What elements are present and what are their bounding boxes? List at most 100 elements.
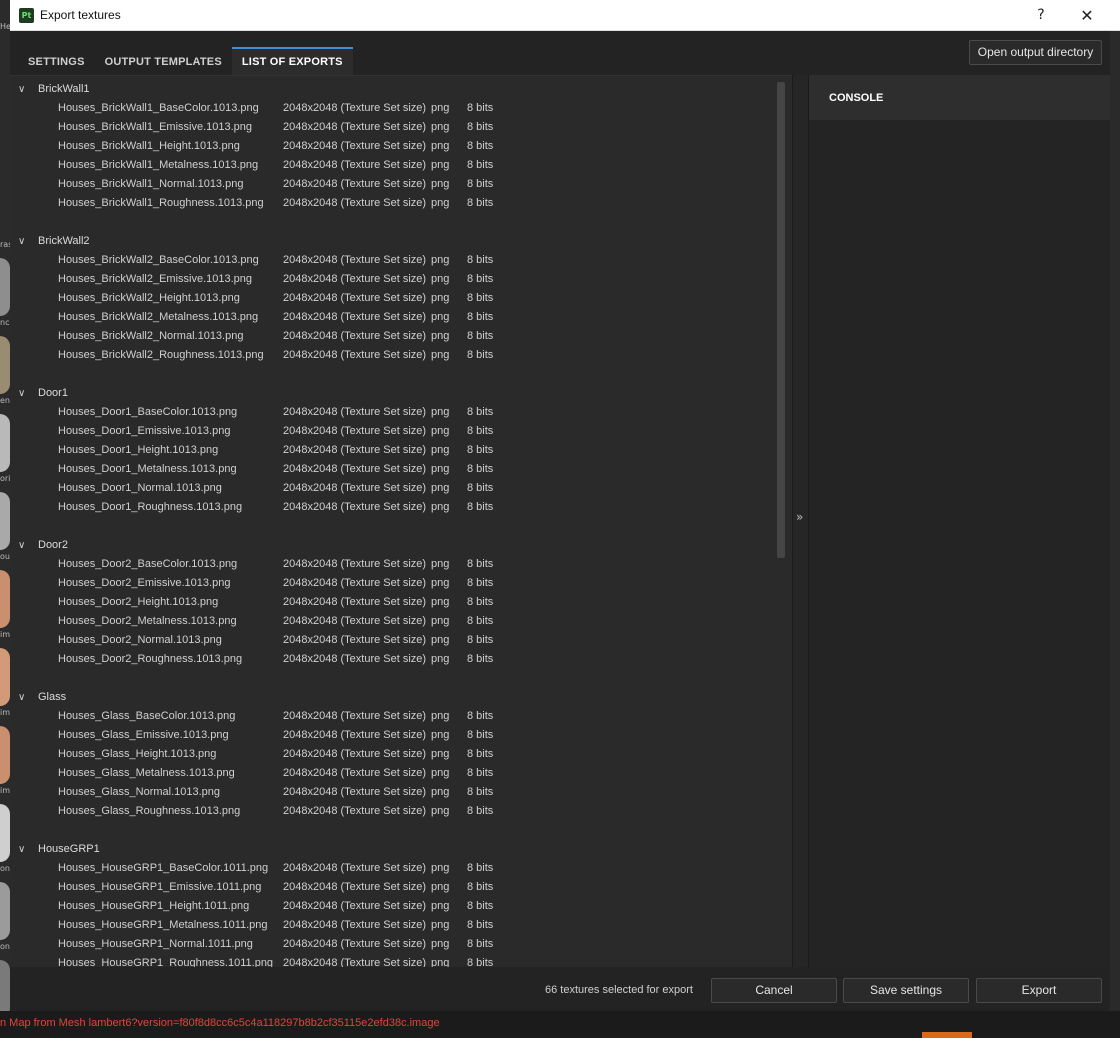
export-format: png bbox=[431, 140, 450, 152]
double-chevron-right-icon[interactable]: » bbox=[796, 510, 803, 524]
export-format: png bbox=[431, 425, 450, 437]
export-format: png bbox=[431, 938, 450, 950]
tab-output-templates[interactable]: OUTPUT TEMPLATES bbox=[95, 47, 232, 75]
export-bit-depth: 8 bits bbox=[467, 349, 494, 361]
export-resolution: 2048x2048 (Texture Set size) bbox=[283, 710, 427, 722]
texture-set-group-header[interactable]: ∨ BrickWall2 bbox=[18, 232, 90, 251]
export-format: png bbox=[431, 159, 450, 171]
export-format: png bbox=[431, 558, 450, 570]
texture-set-name: Glass bbox=[38, 691, 67, 703]
app-status-bar: n Map from Mesh lambert6?version=f80f8d8… bbox=[0, 1011, 1120, 1038]
export-resolution: 2048x2048 (Texture Set size) bbox=[283, 140, 427, 152]
export-resolution: 2048x2048 (Texture Set size) bbox=[283, 178, 427, 190]
tab-settings[interactable]: SETTINGS bbox=[18, 47, 95, 75]
texture-set-group-header[interactable]: ∨ Glass bbox=[18, 688, 66, 707]
chevron-down-icon[interactable]: ∨ bbox=[18, 80, 32, 99]
save-settings-button[interactable]: Save settings bbox=[843, 978, 969, 1003]
close-button[interactable]: ✕ bbox=[1064, 0, 1110, 31]
export-file-name: Houses_BrickWall2_Metalness.1013.png bbox=[58, 311, 259, 323]
export-bit-depth: 8 bits bbox=[467, 938, 494, 950]
export-file-name: Houses_Door1_Metalness.1013.png bbox=[58, 463, 237, 475]
background-material-thumbnail bbox=[0, 414, 10, 472]
background-material-label: im bbox=[0, 708, 10, 717]
background-material-label: He bbox=[0, 22, 10, 31]
export-bit-depth: 8 bits bbox=[467, 444, 494, 456]
background-app-right-edge bbox=[1110, 30, 1120, 1038]
open-output-directory-button[interactable]: Open output directory bbox=[969, 40, 1102, 65]
export-format: png bbox=[431, 577, 450, 589]
export-bit-depth: 8 bits bbox=[467, 558, 494, 570]
export-bit-depth: 8 bits bbox=[467, 767, 494, 779]
exports-list[interactable]: ∨ BrickWall1 Houses_BrickWall1_BaseColor.1… bbox=[10, 75, 792, 967]
texture-set-group-header[interactable]: ∨ Door1 bbox=[18, 384, 68, 403]
status-error-message: n Map from Mesh lambert6?version=f80f8d8… bbox=[0, 1017, 440, 1029]
export-dialog: SETTINGS OUTPUT TEMPLATES LIST OF EXPORTS … bbox=[10, 31, 1110, 1011]
export-resolution: 2048x2048 (Texture Set size) bbox=[283, 273, 427, 285]
export-file-name: Houses_BrickWall2_BaseColor.1013.png bbox=[58, 254, 259, 266]
export-bit-depth: 8 bits bbox=[467, 862, 494, 874]
export-file-name: Houses_HouseGRP1_Height.1011.png bbox=[58, 900, 250, 912]
export-format: png bbox=[431, 919, 450, 931]
export-bit-depth: 8 bits bbox=[467, 748, 494, 760]
export-resolution: 2048x2048 (Texture Set size) bbox=[283, 577, 427, 589]
export-resolution: 2048x2048 (Texture Set size) bbox=[283, 558, 427, 570]
export-format: png bbox=[431, 444, 450, 456]
background-material-label: eni bbox=[0, 396, 10, 405]
export-format: png bbox=[431, 957, 450, 967]
export-file-name: Houses_Door1_Roughness.1013.png bbox=[58, 501, 243, 513]
texture-set-name: HouseGRP1 bbox=[38, 843, 100, 855]
export-bit-depth: 8 bits bbox=[467, 102, 494, 114]
texture-set-group-header[interactable]: ∨ Door2 bbox=[18, 536, 68, 555]
export-resolution: 2048x2048 (Texture Set size) bbox=[283, 919, 427, 931]
export-bit-depth: 8 bits bbox=[467, 292, 494, 304]
export-bit-depth: 8 bits bbox=[467, 596, 494, 608]
export-format: png bbox=[431, 501, 450, 513]
cancel-button[interactable]: Cancel bbox=[711, 978, 837, 1003]
export-bit-depth: 8 bits bbox=[467, 482, 494, 494]
dialog-footer: 66 textures selected for export Cancel S… bbox=[10, 967, 1110, 1011]
export-file-name: Houses_Door1_Normal.1013.png bbox=[58, 482, 222, 494]
export-resolution: 2048x2048 (Texture Set size) bbox=[283, 748, 427, 760]
list-scrollbar[interactable] bbox=[777, 82, 785, 558]
chevron-down-icon[interactable]: ∨ bbox=[18, 536, 32, 555]
console-collapse-strip[interactable]: » bbox=[792, 75, 809, 967]
export-resolution: 2048x2048 (Texture Set size) bbox=[283, 349, 427, 361]
background-app-sidebar: He ras nc eni ori ou im im im on on bbox=[0, 0, 10, 1038]
export-format: png bbox=[431, 330, 450, 342]
export-file-name: Houses_BrickWall1_Emissive.1013.png bbox=[58, 121, 253, 133]
background-material-label: im bbox=[0, 630, 10, 639]
background-material-label: im bbox=[0, 786, 10, 795]
export-format: png bbox=[431, 710, 450, 722]
export-resolution: 2048x2048 (Texture Set size) bbox=[283, 957, 427, 967]
console-panel: CONSOLE bbox=[809, 75, 1110, 967]
chevron-down-icon[interactable]: ∨ bbox=[18, 384, 32, 403]
export-resolution: 2048x2048 (Texture Set size) bbox=[283, 653, 427, 665]
export-bit-depth: 8 bits bbox=[467, 273, 494, 285]
help-button[interactable]: ? bbox=[1018, 0, 1064, 31]
export-bit-depth: 8 bits bbox=[467, 957, 494, 967]
tab-list-of-exports[interactable]: LIST OF EXPORTS bbox=[231, 47, 353, 75]
export-bit-depth: 8 bits bbox=[467, 425, 494, 437]
texture-set-group-header[interactable]: ∨ HouseGRP1 bbox=[18, 840, 100, 859]
export-file-name: Houses_Glass_Normal.1013.png bbox=[58, 786, 221, 798]
texture-set-group-header[interactable]: ∨ BrickWall1 bbox=[18, 80, 90, 99]
chevron-down-icon[interactable]: ∨ bbox=[18, 232, 32, 251]
export-resolution: 2048x2048 (Texture Set size) bbox=[283, 159, 427, 171]
export-file-name: Houses_Door2_Emissive.1013.png bbox=[58, 577, 231, 589]
background-material-thumbnail bbox=[0, 960, 10, 1018]
export-bit-depth: 8 bits bbox=[467, 919, 494, 931]
export-file-name: Houses_Door2_Metalness.1013.png bbox=[58, 615, 237, 627]
export-resolution: 2048x2048 (Texture Set size) bbox=[283, 425, 427, 437]
export-file-name: Houses_HouseGRP1_Roughness.1011.png bbox=[58, 957, 274, 967]
export-file-name: Houses_Door2_Roughness.1013.png bbox=[58, 653, 243, 665]
export-file-name: Houses_HouseGRP1_Emissive.1011.png bbox=[58, 881, 262, 893]
export-file-name: Houses_Door1_BaseColor.1013.png bbox=[58, 406, 238, 418]
chevron-down-icon[interactable]: ∨ bbox=[18, 688, 32, 707]
export-bit-depth: 8 bits bbox=[467, 786, 494, 798]
chevron-down-icon[interactable]: ∨ bbox=[18, 840, 32, 859]
export-file-name: Houses_Door2_Normal.1013.png bbox=[58, 634, 222, 646]
export-bit-depth: 8 bits bbox=[467, 577, 494, 589]
export-button[interactable]: Export bbox=[976, 978, 1102, 1003]
export-format: png bbox=[431, 767, 450, 779]
background-material-thumbnail bbox=[0, 804, 10, 862]
